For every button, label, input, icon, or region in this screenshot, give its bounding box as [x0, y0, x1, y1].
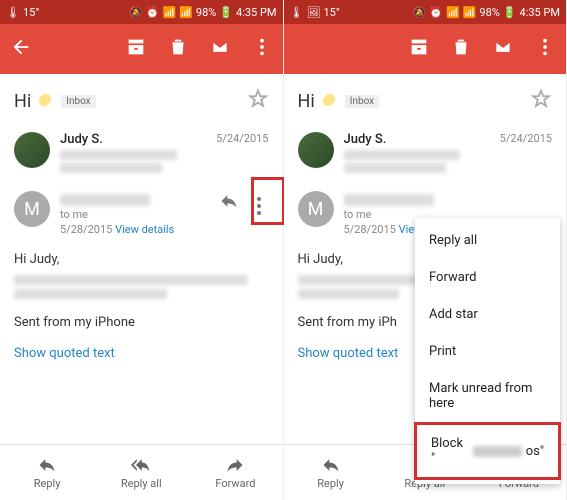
- sender-blur: [60, 194, 150, 206]
- sender-blur: [344, 194, 434, 206]
- menu-forward[interactable]: Forward: [415, 259, 560, 296]
- reply-icon[interactable]: [219, 191, 239, 215]
- sender-name: Judy S.: [344, 132, 490, 147]
- back-icon[interactable]: [10, 36, 32, 62]
- star-icon[interactable]: [247, 88, 269, 114]
- mail-icon[interactable]: [209, 36, 231, 62]
- avatar[interactable]: M: [14, 191, 50, 227]
- snippet-blur: [60, 163, 162, 173]
- body-signature: Sent from my iPhone: [14, 313, 269, 334]
- status-bar: 🌡🖼15° 🔕⏰📶📶98%🔋4:35 PM: [284, 0, 567, 24]
- show-quoted-text[interactable]: Show quoted text: [0, 338, 283, 369]
- archive-icon[interactable]: [125, 36, 147, 62]
- bottom-bar: Reply Reply all Forward: [0, 444, 283, 500]
- menu-block-sender[interactable]: Block "os": [414, 422, 561, 480]
- snippet-blur: [344, 150, 461, 160]
- overflow-icon[interactable]: [534, 36, 556, 62]
- body-blur: [14, 275, 248, 285]
- snippet-blur: [344, 163, 446, 173]
- app-toolbar: [284, 24, 567, 74]
- body-blur: [14, 289, 167, 299]
- subject-row: Hi Inbox: [284, 74, 567, 124]
- trash-icon[interactable]: [450, 36, 472, 62]
- avatar[interactable]: M: [298, 191, 334, 227]
- menu-mark-unread[interactable]: Mark unread from here: [415, 370, 560, 422]
- mail-icon[interactable]: [492, 36, 514, 62]
- reply-button[interactable]: Reply: [0, 445, 94, 500]
- menu-reply-all[interactable]: Reply all: [415, 222, 560, 259]
- highlight-box: [251, 177, 285, 225]
- message-2-header: M to me 5/28/2015 View details: [0, 181, 283, 246]
- trash-icon[interactable]: [167, 36, 189, 62]
- snippet-blur: [60, 150, 177, 160]
- moon-icon: [323, 94, 337, 108]
- subject-text: Hi: [298, 91, 315, 112]
- avatar[interactable]: [14, 132, 50, 168]
- menu-add-star[interactable]: Add star: [415, 296, 560, 333]
- app-toolbar: [0, 24, 283, 74]
- message-1-header[interactable]: Judy S. 5/24/2015: [284, 124, 567, 181]
- sender-name: Judy S.: [60, 132, 206, 147]
- body-greeting: Hi Judy,: [14, 250, 269, 271]
- message-1-header[interactable]: Judy S. 5/24/2015: [0, 124, 283, 181]
- overflow-menu: Reply all Forward Add star Print Mark un…: [415, 218, 560, 484]
- avatar[interactable]: [298, 132, 334, 168]
- blocked-name-blur: [473, 446, 521, 457]
- archive-icon[interactable]: [408, 36, 430, 62]
- date-line: 5/28/2015 View details: [60, 223, 209, 236]
- moon-icon: [39, 94, 53, 108]
- message-date: 5/24/2015: [500, 132, 552, 173]
- view-details-link[interactable]: View details: [115, 223, 174, 236]
- subject-text: Hi: [14, 91, 31, 112]
- status-bar: 🌡15° 🔕⏰📶📶98%🔋4:35 PM: [0, 0, 283, 24]
- subject-row: Hi Inbox: [0, 74, 283, 124]
- reply-button[interactable]: Reply: [284, 445, 378, 500]
- menu-print[interactable]: Print: [415, 333, 560, 370]
- to-line: to me: [60, 208, 209, 221]
- body-blur: [298, 289, 400, 299]
- reply-all-button[interactable]: Reply all: [94, 445, 188, 500]
- forward-button[interactable]: Forward: [188, 445, 282, 500]
- overflow-icon[interactable]: [251, 36, 273, 62]
- message-body: Hi Judy, Sent from my iPhone: [0, 246, 283, 338]
- star-icon[interactable]: [530, 88, 552, 114]
- inbox-chip[interactable]: Inbox: [345, 95, 379, 108]
- inbox-chip[interactable]: Inbox: [61, 95, 95, 108]
- message-date: 5/24/2015: [216, 132, 268, 173]
